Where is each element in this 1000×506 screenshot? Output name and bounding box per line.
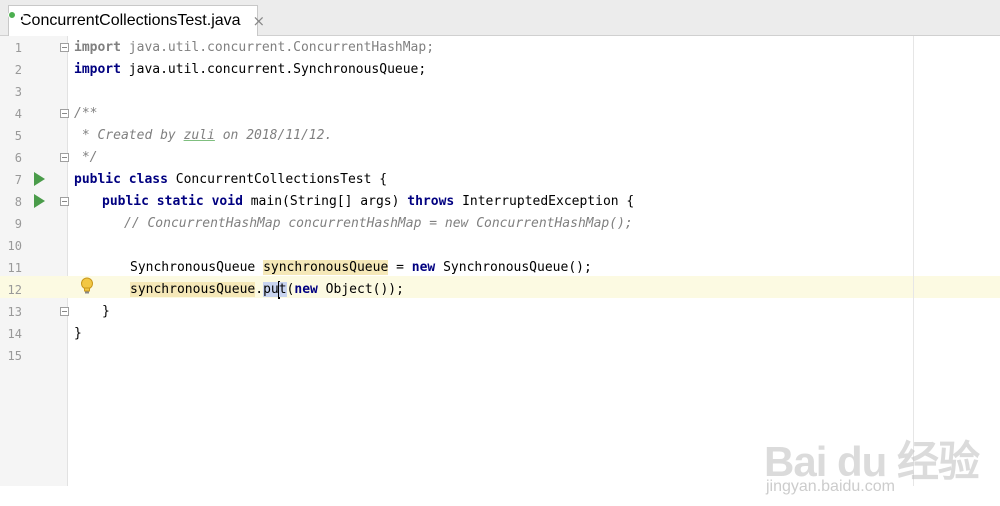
import-path: java.util.concurrent.SynchronousQueue; bbox=[120, 62, 427, 77]
code-line-14[interactable]: } bbox=[74, 323, 82, 345]
doc-comment: * Created by bbox=[74, 128, 184, 143]
line-number: 6 bbox=[14, 151, 22, 165]
run-main-icon[interactable] bbox=[34, 194, 45, 208]
code-line-6[interactable]: */ bbox=[74, 147, 98, 169]
operator: = bbox=[388, 260, 412, 275]
line-number: 9 bbox=[14, 217, 22, 231]
code-editor[interactable]: 1 2 3 4 5 6 7 8 9 10 11 12 13 14 15 import java.util.c… bbox=[0, 36, 1000, 495]
line-number: 10 bbox=[7, 239, 22, 253]
line-number: 1 bbox=[14, 41, 22, 55]
tab-title: ConcurrentCollectionsTest.java bbox=[20, 12, 241, 29]
code-line-1[interactable]: import java.util.concurrent.ConcurrentHa… bbox=[74, 37, 434, 59]
keyword: class bbox=[128, 172, 168, 187]
fold-marker-icon[interactable] bbox=[60, 43, 69, 52]
fold-marker-icon[interactable] bbox=[60, 197, 69, 206]
code-line-2[interactable]: import java.util.concurrent.SynchronousQ… bbox=[74, 59, 426, 81]
line-number: 11 bbox=[7, 261, 22, 275]
code-line-5[interactable]: * Created by zuli on 2018/11/12. bbox=[74, 125, 332, 147]
keyword: import bbox=[74, 40, 121, 55]
constructor-call: Object()); bbox=[317, 282, 404, 297]
line-number: 4 bbox=[14, 107, 22, 121]
constructor-call: SynchronousQueue(); bbox=[435, 260, 592, 275]
watermark-url: jingyan.baidu.com bbox=[766, 478, 895, 495]
doc-comment: /** bbox=[74, 106, 98, 121]
closing-brace: } bbox=[74, 326, 82, 341]
line-number: 14 bbox=[7, 327, 22, 341]
code-line-9[interactable]: // ConcurrentHashMap concurrentHashMap =… bbox=[124, 213, 633, 235]
import-path: java.util.concurrent.ConcurrentHashMap; bbox=[120, 40, 435, 55]
editor-tab-concurrentcollectionstest[interactable]: ConcurrentCollectionsTest.java × bbox=[8, 5, 265, 36]
line-number: 15 bbox=[7, 349, 22, 363]
method-signature: InterruptedException { bbox=[454, 194, 635, 209]
keyword: import bbox=[74, 62, 121, 77]
method-name: t bbox=[278, 282, 287, 297]
keyword: void bbox=[211, 194, 243, 209]
keyword: throws bbox=[407, 194, 455, 209]
line-number: 5 bbox=[14, 129, 22, 143]
close-tab-icon[interactable]: × bbox=[253, 12, 266, 30]
keyword: public bbox=[102, 194, 149, 209]
run-class-icon[interactable] bbox=[34, 172, 45, 186]
variable-highlight: synchronousQueue bbox=[130, 282, 256, 297]
line-number: 2 bbox=[14, 63, 22, 77]
keyword: static bbox=[156, 194, 204, 209]
code-line-13[interactable]: } bbox=[102, 301, 110, 323]
code-line-12[interactable]: synchronousQueue.put(new Object()); bbox=[130, 279, 404, 301]
line-number: 7 bbox=[14, 173, 22, 187]
doc-comment: */ bbox=[74, 150, 98, 165]
method-signature: main(String[] args) bbox=[242, 194, 408, 209]
line-number: 3 bbox=[14, 85, 22, 99]
baidu-jingyan-watermark: Bai du 经验 jingyan.baidu.com bbox=[764, 416, 994, 506]
code-line-8[interactable]: public static void main(String[] args) t… bbox=[102, 191, 634, 213]
line-comment: // ConcurrentHashMap concurrentHashMap =… bbox=[124, 216, 633, 231]
operator: . bbox=[255, 282, 264, 297]
fold-marker-icon[interactable] bbox=[60, 153, 69, 162]
doc-comment-author: zuli bbox=[183, 128, 215, 143]
method-name: pu bbox=[263, 282, 279, 297]
type-name: SynchronousQueue bbox=[130, 260, 264, 275]
variable-highlight: synchronousQueue bbox=[263, 260, 389, 275]
fold-marker-icon[interactable] bbox=[60, 307, 69, 316]
line-number: 8 bbox=[14, 195, 22, 209]
class-declaration: ConcurrentCollectionsTest { bbox=[167, 172, 388, 187]
lightbulb-icon[interactable] bbox=[80, 277, 94, 295]
editor-tab-bar: ConcurrentCollectionsTest.java × bbox=[0, 0, 1000, 36]
code-line-4[interactable]: /** bbox=[74, 103, 97, 125]
fold-marker-icon[interactable] bbox=[60, 109, 69, 118]
keyword: public bbox=[74, 172, 121, 187]
doc-comment: on 2018/11/12. bbox=[214, 128, 333, 143]
keyword: new bbox=[411, 260, 436, 275]
closing-brace: } bbox=[102, 304, 110, 319]
line-number: 12 bbox=[7, 283, 22, 297]
code-line-11[interactable]: SynchronousQueue synchronousQueue = new … bbox=[130, 257, 592, 279]
line-number: 13 bbox=[7, 305, 22, 319]
keyword: new bbox=[294, 282, 318, 297]
code-line-7[interactable]: public class ConcurrentCollectionsTest { bbox=[74, 169, 387, 191]
